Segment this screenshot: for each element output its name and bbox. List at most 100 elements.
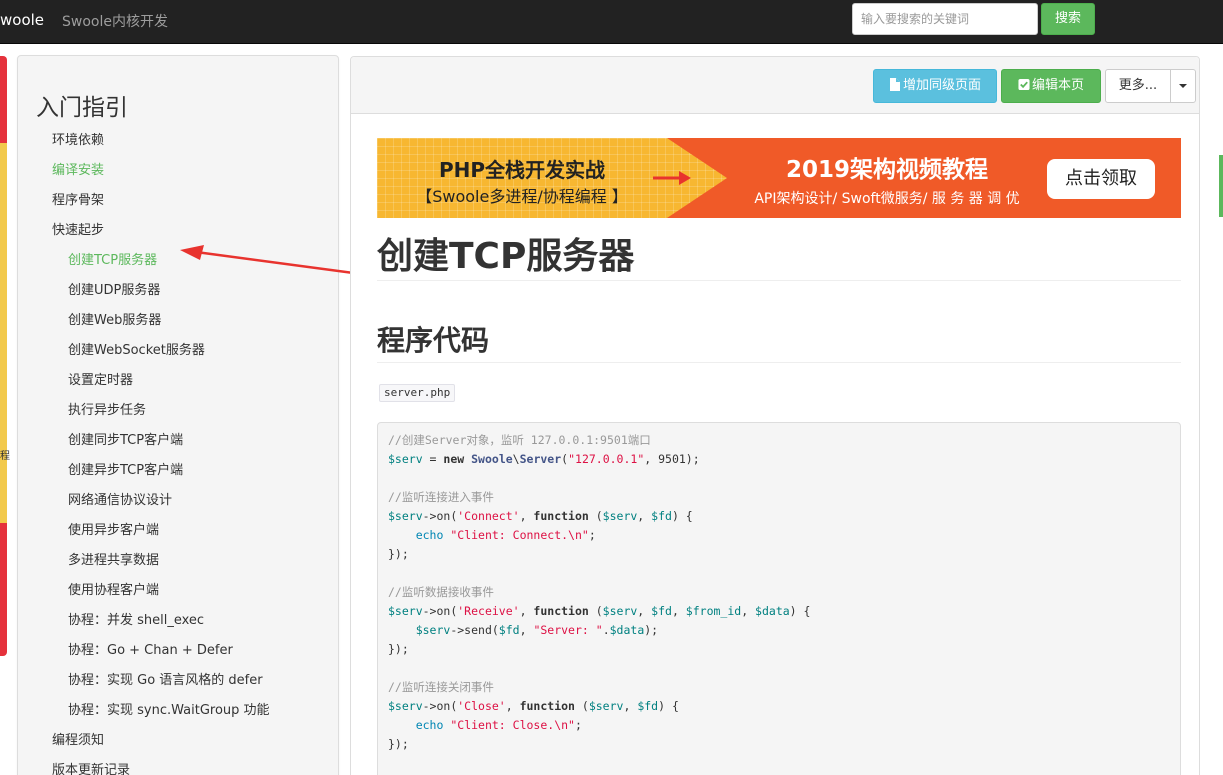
nav-link-kernel-dev[interactable]: Swoole内核开发 bbox=[62, 11, 168, 31]
code-token: , bbox=[505, 699, 520, 713]
code-filename: server.php bbox=[379, 384, 456, 402]
code-token: ->on( bbox=[422, 699, 458, 713]
search-button[interactable]: 搜索 bbox=[1041, 3, 1095, 35]
code-token: "Client: Connect.\n" bbox=[450, 528, 589, 542]
sidebar-item[interactable]: 多进程共享数据 bbox=[18, 546, 338, 576]
code-token: ->send( bbox=[450, 623, 499, 637]
code-token: , bbox=[637, 604, 652, 618]
add-sibling-page-label: 增加同级页面 bbox=[902, 78, 981, 93]
sidebar-item[interactable]: 网络通信协议设计 bbox=[18, 486, 338, 516]
code-token: ; bbox=[588, 528, 596, 542]
code-token: function bbox=[519, 699, 575, 713]
code-token: "Server: " bbox=[533, 623, 603, 637]
code-token: }); bbox=[388, 642, 409, 656]
sidebar-item[interactable]: 协程：实现 sync.WaitGroup 功能 bbox=[18, 696, 338, 726]
sidebar-item[interactable]: 创建同步TCP客户端 bbox=[18, 426, 338, 456]
brand-logo[interactable]: woole bbox=[0, 11, 44, 29]
code-token: function bbox=[533, 509, 589, 523]
code-token: 'Connect' bbox=[457, 509, 520, 523]
code-line: $serv->on('Receive', function ($serv, $f… bbox=[388, 602, 1170, 621]
code-line: }); bbox=[388, 735, 1170, 754]
sidebar-item[interactable]: 创建Web服务器 bbox=[18, 306, 338, 336]
code-token: ) { bbox=[671, 509, 693, 523]
code-token: ) { bbox=[658, 699, 679, 713]
code-token: //创建Server对象，监听 127.0.0.1:9501端口 bbox=[388, 433, 651, 447]
sidebar-item[interactable]: 协程：并发 shell_exec bbox=[18, 606, 338, 636]
code-token: $serv bbox=[388, 604, 423, 618]
code-token: ; bbox=[574, 718, 582, 732]
code-token: "127.0.0.1" bbox=[568, 452, 645, 466]
sidebar-item[interactable]: 使用协程客户端 bbox=[18, 576, 338, 606]
code-line: $serv = new Swoole\Server("127.0.0.1", 9… bbox=[388, 450, 1170, 469]
code-token: //监听数据接收事件 bbox=[388, 585, 494, 599]
search-input[interactable] bbox=[852, 3, 1038, 35]
sidebar-item[interactable]: 版本更新记录 bbox=[18, 756, 338, 775]
code-token: , bbox=[519, 623, 534, 637]
sidebar-item[interactable]: 执行异步任务 bbox=[18, 396, 338, 426]
code-token: function bbox=[533, 604, 589, 618]
promo-banner[interactable]: PHP全栈开发实战 【Swoole多进程/协程编程 】 2019架构视频教程 A… bbox=[377, 138, 1181, 218]
sidebar-item[interactable]: 设置定时器 bbox=[18, 366, 338, 396]
code-token: ( bbox=[588, 604, 603, 618]
file-icon bbox=[889, 78, 900, 91]
sidebar-title: 入门指引 bbox=[36, 95, 128, 121]
more-dropdown-toggle[interactable] bbox=[1170, 69, 1196, 103]
code-token: , bbox=[623, 699, 638, 713]
code-token: ( bbox=[588, 509, 603, 523]
code-token: }); bbox=[388, 737, 409, 751]
section-title: 程序代码 bbox=[377, 319, 1181, 363]
code-line: //监听数据接收事件 bbox=[388, 583, 1170, 602]
left-edge-strip-highlight bbox=[0, 143, 7, 523]
banner-course-topics: API架构设计/ Swoft微服务/ 服 务 器 调 优 bbox=[754, 191, 1020, 207]
edit-page-button[interactable]: 编辑本页 bbox=[1001, 69, 1101, 103]
left-edge-glyph: 程 bbox=[0, 451, 10, 462]
code-token: echo bbox=[415, 718, 444, 732]
sidebar-item[interactable]: 协程：实现 Go 语言风格的 defer bbox=[18, 666, 338, 696]
top-navbar: woole Swoole内核开发 搜索 bbox=[0, 0, 1223, 44]
code-token: $serv bbox=[415, 623, 451, 637]
more-button[interactable]: 更多... bbox=[1105, 69, 1171, 103]
code-line: echo "Client: Close.\n"; bbox=[388, 716, 1170, 735]
code-token: Server bbox=[519, 452, 562, 466]
main-panel: 增加同级页面 编辑本页 更多... PHP全栈开发实战 【Swoole多进程/协… bbox=[350, 56, 1200, 775]
code-token: , bbox=[519, 604, 534, 618]
code-token: $serv bbox=[602, 604, 638, 618]
sidebar-item[interactable]: 快速起步 bbox=[18, 216, 338, 246]
code-token: $serv bbox=[602, 509, 638, 523]
banner-claim-button[interactable]: 点击领取 bbox=[1047, 159, 1155, 199]
sidebar-item[interactable]: 创建WebSocket服务器 bbox=[18, 336, 338, 366]
banner-headline: PHP全栈开发实战 bbox=[438, 158, 606, 182]
code-line: $serv->on('Close', function ($serv, $fd)… bbox=[388, 697, 1170, 716]
page-title: 创建TCP服务器 bbox=[377, 227, 1181, 281]
code-token: $data bbox=[755, 604, 790, 618]
code-token: $serv bbox=[588, 699, 624, 713]
code-line: $serv->on('Connect', function ($serv, $f… bbox=[388, 507, 1170, 526]
sidebar-item[interactable]: 使用异步客户端 bbox=[18, 516, 338, 546]
code-line: }); bbox=[388, 545, 1170, 564]
code-token: $serv bbox=[388, 509, 423, 523]
code-line: //监听连接关闭事件 bbox=[388, 678, 1170, 697]
sidebar-item[interactable]: 创建异步TCP客户端 bbox=[18, 456, 338, 486]
sidebar-item[interactable]: 程序骨架 bbox=[18, 186, 338, 216]
code-token: \ bbox=[512, 452, 520, 466]
add-sibling-page-button[interactable]: 增加同级页面 bbox=[873, 69, 997, 103]
code-token: $fd bbox=[651, 509, 672, 523]
code-token: //监听连接关闭事件 bbox=[388, 680, 494, 694]
banner-course-title: 2019架构视频教程 bbox=[785, 157, 988, 183]
sidebar-item[interactable]: 编程须知 bbox=[18, 726, 338, 756]
code-token: , 9501); bbox=[644, 452, 700, 466]
code-line: echo "Client: Connect.\n"; bbox=[388, 526, 1170, 545]
right-edge-widget bbox=[1219, 155, 1223, 217]
sidebar-item[interactable]: 编译安装 bbox=[18, 156, 338, 186]
sidebar-item[interactable]: 协程：Go + Chan + Defer bbox=[18, 636, 338, 666]
code-token: $from_id bbox=[685, 604, 742, 618]
sidebar-item[interactable]: 环境依赖 bbox=[18, 126, 338, 156]
code-token: "Client: Close.\n" bbox=[450, 718, 575, 732]
code-token: ( bbox=[574, 699, 589, 713]
code-token: $fd bbox=[498, 623, 520, 637]
code-token: $serv bbox=[388, 699, 423, 713]
